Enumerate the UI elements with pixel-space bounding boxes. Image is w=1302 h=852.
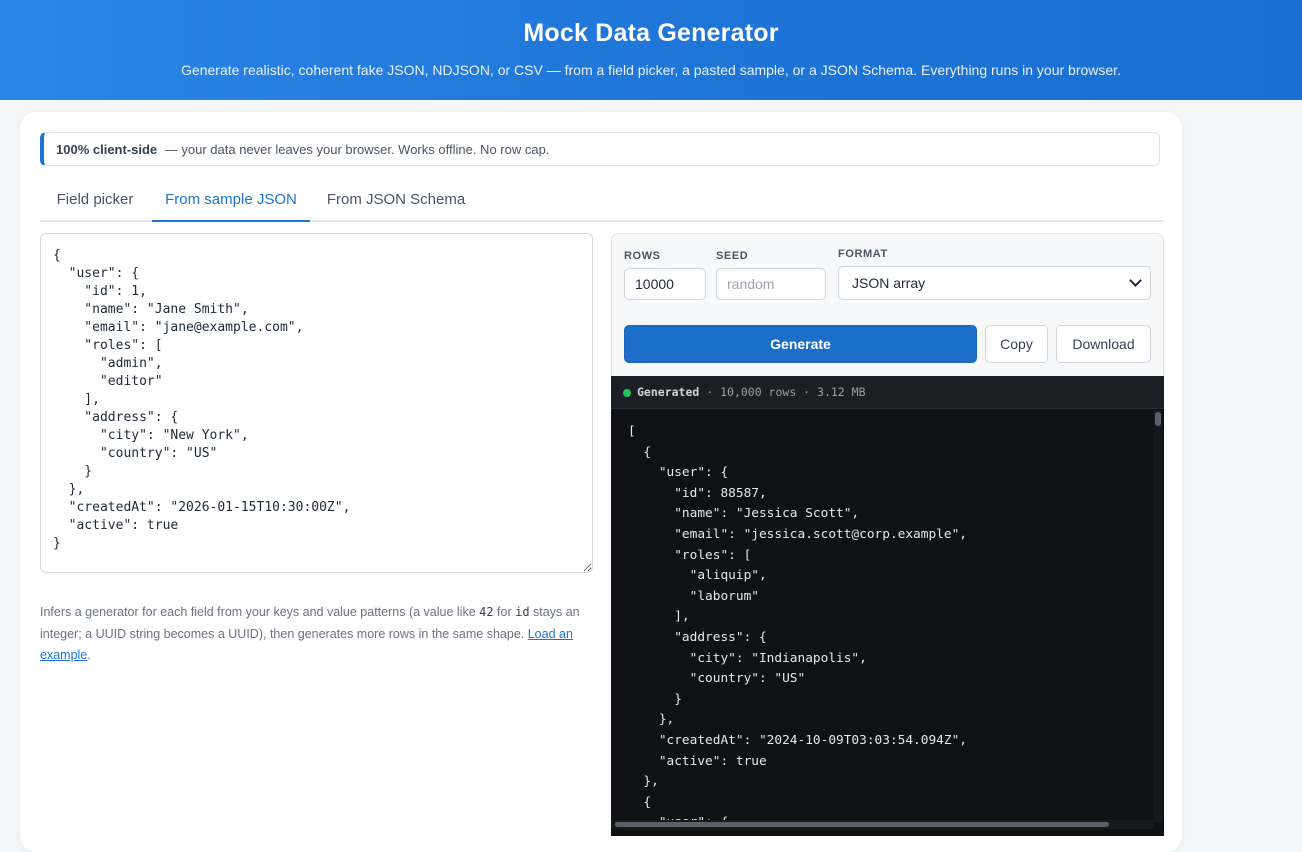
copy-button[interactable]: Copy — [985, 325, 1048, 363]
input-mode-tabs: Field picker From sample JSON From JSON … — [40, 180, 1164, 222]
help-code-42: 42 — [479, 605, 494, 619]
tab-from-json-schema[interactable]: From JSON Schema — [312, 180, 480, 220]
format-select[interactable]: JSON array — [838, 266, 1151, 300]
page-subtitle: Generate realistic, coherent fake JSON, … — [181, 62, 1121, 78]
tab-from-sample-json[interactable]: From sample JSON — [152, 180, 310, 222]
vertical-scroll-thumb[interactable] — [1155, 412, 1161, 426]
status-dot-icon — [623, 388, 631, 397]
download-button[interactable]: Download — [1056, 325, 1151, 363]
rows-input[interactable] — [624, 268, 706, 300]
app-header: Mock Data Generator Generate realistic, … — [0, 0, 1302, 100]
tab-field-picker[interactable]: Field picker — [40, 180, 150, 220]
seed-input[interactable] — [716, 268, 826, 300]
help-text-end: . — [87, 648, 91, 662]
status-detail: · 10,000 rows · 3.12 MB — [706, 385, 866, 399]
status-label: Generated — [637, 385, 700, 399]
rows-label: ROWS — [624, 250, 661, 262]
output-panel: Generated · 10,000 rows · 3.12 MB [ { "u… — [611, 376, 1164, 836]
seed-label: SEED — [716, 250, 749, 262]
chevron-down-icon — [1129, 274, 1142, 287]
page-title: Mock Data Generator — [523, 19, 779, 47]
help-code-id: id — [515, 605, 530, 619]
generate-button[interactable]: Generate — [624, 325, 977, 363]
horizontal-scroll-thumb[interactable] — [615, 822, 1109, 827]
output-status-bar: Generated · 10,000 rows · 3.12 MB — [611, 376, 1164, 409]
help-text-part-1: Infers a generator for each field from y… — [40, 605, 480, 619]
output-horizontal-scrollbar[interactable] — [611, 820, 1154, 829]
help-text-part-2: for — [493, 605, 516, 619]
privacy-notice-text: — your data never leaves your browser. W… — [164, 142, 550, 157]
generated-output-code[interactable]: [ { "user": { "id": 88587, "name": "Jess… — [628, 422, 967, 834]
privacy-notice: 100% client-side — your data never leave… — [40, 132, 1160, 166]
output-vertical-scrollbar[interactable] — [1154, 410, 1162, 822]
sample-help-text: Infers a generator for each field from y… — [40, 602, 595, 667]
format-label: FORMAT — [838, 248, 888, 260]
sample-json-input[interactable] — [40, 233, 593, 573]
privacy-notice-strong: 100% client-side — [56, 142, 158, 157]
format-select-value: JSON array — [852, 275, 926, 291]
